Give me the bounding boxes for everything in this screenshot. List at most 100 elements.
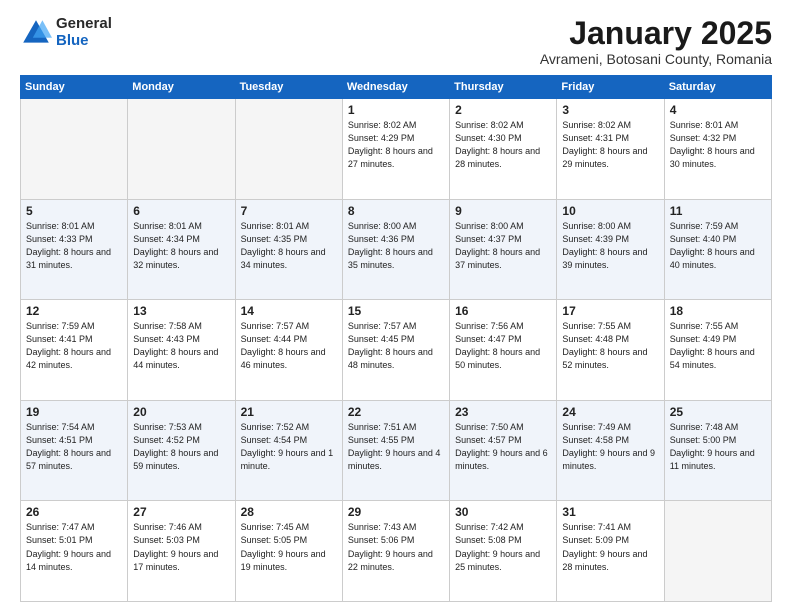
day-number: 31 — [562, 505, 658, 519]
day-info: Sunrise: 8:02 AM Sunset: 4:31 PM Dayligh… — [562, 119, 658, 171]
day-info: Sunrise: 7:57 AM Sunset: 4:44 PM Dayligh… — [241, 320, 337, 372]
day-number: 17 — [562, 304, 658, 318]
day-number: 18 — [670, 304, 766, 318]
table-row: 29 Sunrise: 7:43 AM Sunset: 5:06 PM Dayli… — [342, 501, 449, 602]
day-info: Sunrise: 7:51 AM Sunset: 4:55 PM Dayligh… — [348, 421, 444, 473]
day-info: Sunrise: 7:49 AM Sunset: 4:58 PM Dayligh… — [562, 421, 658, 473]
day-info: Sunrise: 7:57 AM Sunset: 4:45 PM Dayligh… — [348, 320, 444, 372]
logo: General Blue — [20, 16, 112, 49]
header-thursday: Thursday — [450, 76, 557, 99]
day-number: 25 — [670, 405, 766, 419]
day-info: Sunrise: 7:53 AM Sunset: 4:52 PM Dayligh… — [133, 421, 229, 473]
day-number: 5 — [26, 204, 122, 218]
table-row: 31 Sunrise: 7:41 AM Sunset: 5:09 PM Dayli… — [557, 501, 664, 602]
day-number: 13 — [133, 304, 229, 318]
day-info: Sunrise: 8:00 AM Sunset: 4:39 PM Dayligh… — [562, 220, 658, 272]
header-friday: Friday — [557, 76, 664, 99]
logo-text: General Blue — [56, 16, 112, 49]
day-number: 14 — [241, 304, 337, 318]
table-row: 23Sunrise: 7:50 AM Sunset: 4:57 PM Dayli… — [450, 400, 557, 501]
table-row: 9Sunrise: 8:00 AM Sunset: 4:37 PM Daylig… — [450, 199, 557, 300]
table-row: 14 Sunrise: 7:57 AM Sunset: 4:44 PM Dayli… — [235, 300, 342, 401]
header-tuesday: Tuesday — [235, 76, 342, 99]
day-number: 11 — [670, 204, 766, 218]
table-row: 22 Sunrise: 7:51 AM Sunset: 4:55 PM Dayli… — [342, 400, 449, 501]
day-info: Sunrise: 7:59 AM Sunset: 4:40 PM Dayligh… — [670, 220, 766, 272]
table-row: 30Sunrise: 7:42 AM Sunset: 5:08 PM Dayli… — [450, 501, 557, 602]
day-info: Sunrise: 7:45 AM Sunset: 5:05 PM Dayligh… — [241, 521, 337, 573]
table-row: 18 Sunrise: 7:55 AM Sunset: 4:49 PM Dayli… — [664, 300, 771, 401]
calendar-location: Avrameni, Botosani County, Romania — [540, 51, 772, 67]
day-info: Sunrise: 7:55 AM Sunset: 4:49 PM Dayligh… — [670, 320, 766, 372]
calendar-week-row: 5 Sunrise: 8:01 AM Sunset: 4:33 PM Daylig… — [21, 199, 772, 300]
day-info: Sunrise: 8:01 AM Sunset: 4:33 PM Dayligh… — [26, 220, 122, 272]
day-info: Sunrise: 7:58 AM Sunset: 4:43 PM Dayligh… — [133, 320, 229, 372]
day-info: Sunrise: 8:01 AM Sunset: 4:35 PM Dayligh… — [241, 220, 337, 272]
logo-general-label: General — [56, 16, 112, 33]
table-row: 26Sunrise: 7:47 AM Sunset: 5:01 PM Dayli… — [21, 501, 128, 602]
day-info: Sunrise: 8:02 AM Sunset: 4:30 PM Dayligh… — [455, 119, 551, 171]
calendar-table: Sunday Monday Tuesday Wednesday Thursday… — [20, 75, 772, 602]
logo-blue-label: Blue — [56, 33, 112, 50]
day-number: 12 — [26, 304, 122, 318]
table-row: 10 Sunrise: 8:00 AM Sunset: 4:39 PM Dayli… — [557, 199, 664, 300]
table-row: 7 Sunrise: 8:01 AM Sunset: 4:35 PM Daylig… — [235, 199, 342, 300]
table-row — [235, 99, 342, 200]
table-row — [128, 99, 235, 200]
table-row: 20 Sunrise: 7:53 AM Sunset: 4:52 PM Dayli… — [128, 400, 235, 501]
table-row: 13 Sunrise: 7:58 AM Sunset: 4:43 PM Dayli… — [128, 300, 235, 401]
day-number: 7 — [241, 204, 337, 218]
table-row: 4 Sunrise: 8:01 AM Sunset: 4:32 PM Daylig… — [664, 99, 771, 200]
day-number: 24 — [562, 405, 658, 419]
day-number: 8 — [348, 204, 444, 218]
weekday-header-row: Sunday Monday Tuesday Wednesday Thursday… — [21, 76, 772, 99]
table-row: 25 Sunrise: 7:48 AM Sunset: 5:00 PM Dayli… — [664, 400, 771, 501]
table-row: 5 Sunrise: 8:01 AM Sunset: 4:33 PM Daylig… — [21, 199, 128, 300]
table-row: 21 Sunrise: 7:52 AM Sunset: 4:54 PM Dayli… — [235, 400, 342, 501]
table-row: 27Sunrise: 7:46 AM Sunset: 5:03 PM Dayli… — [128, 501, 235, 602]
day-number: 6 — [133, 204, 229, 218]
table-row — [664, 501, 771, 602]
day-number: 27 — [133, 505, 229, 519]
table-row: 16 Sunrise: 7:56 AM Sunset: 4:47 PM Dayli… — [450, 300, 557, 401]
day-info: Sunrise: 7:50 AM Sunset: 4:57 PM Dayligh… — [455, 421, 551, 473]
calendar-week-row: 19Sunrise: 7:54 AM Sunset: 4:51 PM Dayli… — [21, 400, 772, 501]
day-number: 2 — [455, 103, 551, 117]
table-row — [21, 99, 128, 200]
day-info: Sunrise: 7:43 AM Sunset: 5:06 PM Dayligh… — [348, 521, 444, 573]
day-number: 3 — [562, 103, 658, 117]
calendar-week-row: 26Sunrise: 7:47 AM Sunset: 5:01 PM Dayli… — [21, 501, 772, 602]
day-number: 21 — [241, 405, 337, 419]
table-row: 17Sunrise: 7:55 AM Sunset: 4:48 PM Dayli… — [557, 300, 664, 401]
table-row: 12Sunrise: 7:59 AM Sunset: 4:41 PM Dayli… — [21, 300, 128, 401]
table-row: 11 Sunrise: 7:59 AM Sunset: 4:40 PM Dayli… — [664, 199, 771, 300]
day-info: Sunrise: 7:41 AM Sunset: 5:09 PM Dayligh… — [562, 521, 658, 573]
table-row: 1 Sunrise: 8:02 AM Sunset: 4:29 PM Daylig… — [342, 99, 449, 200]
table-row: 2 Sunrise: 8:02 AM Sunset: 4:30 PM Daylig… — [450, 99, 557, 200]
day-info: Sunrise: 7:54 AM Sunset: 4:51 PM Dayligh… — [26, 421, 122, 473]
day-number: 26 — [26, 505, 122, 519]
day-number: 4 — [670, 103, 766, 117]
logo-icon — [20, 17, 52, 49]
day-info: Sunrise: 8:00 AM Sunset: 4:36 PM Dayligh… — [348, 220, 444, 272]
header-wednesday: Wednesday — [342, 76, 449, 99]
day-number: 9 — [455, 204, 551, 218]
page: General Blue January 2025 Avrameni, Boto… — [0, 0, 792, 612]
table-row: 19Sunrise: 7:54 AM Sunset: 4:51 PM Dayli… — [21, 400, 128, 501]
table-row: 24 Sunrise: 7:49 AM Sunset: 4:58 PM Dayli… — [557, 400, 664, 501]
table-row: 8 Sunrise: 8:00 AM Sunset: 4:36 PM Daylig… — [342, 199, 449, 300]
day-info: Sunrise: 7:56 AM Sunset: 4:47 PM Dayligh… — [455, 320, 551, 372]
day-number: 29 — [348, 505, 444, 519]
header-sunday: Sunday — [21, 76, 128, 99]
day-info: Sunrise: 8:01 AM Sunset: 4:32 PM Dayligh… — [670, 119, 766, 171]
day-number: 10 — [562, 204, 658, 218]
day-info: Sunrise: 7:48 AM Sunset: 5:00 PM Dayligh… — [670, 421, 766, 473]
day-number: 22 — [348, 405, 444, 419]
day-info: Sunrise: 7:52 AM Sunset: 4:54 PM Dayligh… — [241, 421, 337, 473]
day-number: 16 — [455, 304, 551, 318]
calendar-week-row: 1 Sunrise: 8:02 AM Sunset: 4:29 PM Daylig… — [21, 99, 772, 200]
day-number: 1 — [348, 103, 444, 117]
day-info: Sunrise: 8:01 AM Sunset: 4:34 PM Dayligh… — [133, 220, 229, 272]
day-info: Sunrise: 8:02 AM Sunset: 4:29 PM Dayligh… — [348, 119, 444, 171]
day-number: 20 — [133, 405, 229, 419]
